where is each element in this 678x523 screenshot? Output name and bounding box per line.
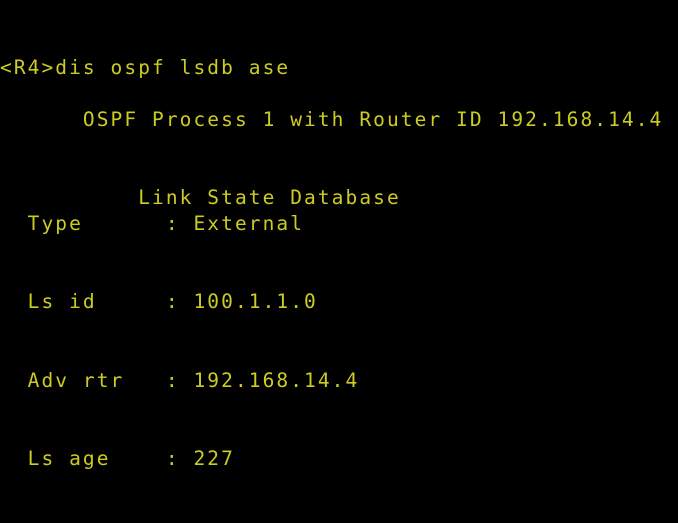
lsa-detail-region: Type : External Ls id : 100.1.1.0 Adv rt… (0, 159, 415, 523)
ospf-process-header: OSPF Process 1 with Router ID 192.168.14… (0, 108, 664, 132)
lsa-row-type: Type : External (0, 212, 305, 236)
lsa-row-ls-id: Ls id : 100.1.1.0 (0, 290, 318, 314)
lsa-row-ls-age: Ls age : 227 (0, 447, 235, 471)
lsa-row-adv-rtr: Adv rtr : 192.168.14.4 (0, 368, 360, 392)
terminal-screen[interactable]: <R4>dis ospf lsdb ase OSPF Process 1 wit… (0, 0, 678, 523)
